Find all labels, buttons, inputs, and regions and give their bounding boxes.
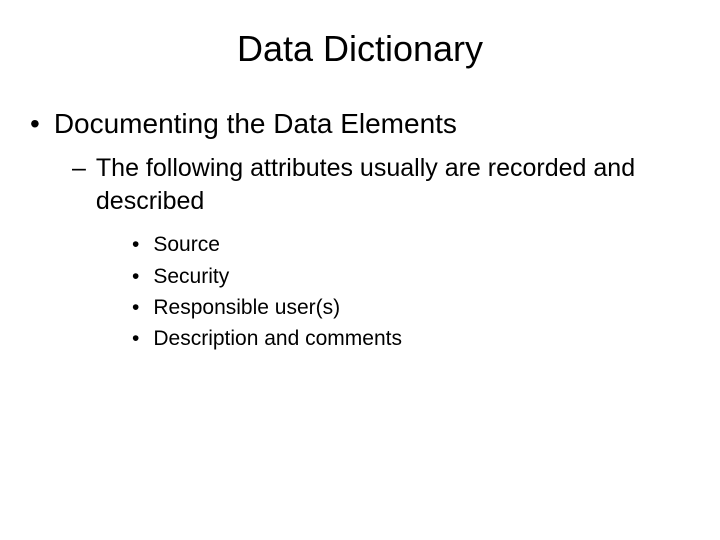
level1-text: Documenting the Data Elements — [54, 106, 457, 142]
level3-text: Source — [153, 231, 220, 259]
level2-text: The following attributes usually are rec… — [96, 152, 690, 217]
bullet-dot-icon: • — [132, 325, 139, 353]
bullet-level3: • Responsible user(s) — [132, 294, 690, 322]
bullet-dot-icon: • — [132, 294, 139, 322]
bullet-level3: • Source — [132, 231, 690, 259]
bullet-level3: • Security — [132, 263, 690, 291]
slide-content: • Documenting the Data Elements – The fo… — [0, 106, 720, 354]
bullet-level3: • Description and comments — [132, 325, 690, 353]
bullet-dot-icon: • — [132, 263, 139, 291]
bullet-level1: • Documenting the Data Elements — [30, 106, 690, 142]
level3-text: Security — [153, 263, 229, 291]
level3-group: • Source • Security • Responsible user(s… — [132, 231, 690, 353]
level3-text: Description and comments — [153, 325, 402, 353]
bullet-level2: – The following attributes usually are r… — [72, 152, 690, 217]
level3-text: Responsible user(s) — [153, 294, 340, 322]
bullet-dot-icon: • — [132, 231, 139, 259]
dash-icon: – — [72, 152, 86, 185]
slide-title: Data Dictionary — [0, 0, 720, 106]
bullet-dot-icon: • — [30, 106, 40, 142]
